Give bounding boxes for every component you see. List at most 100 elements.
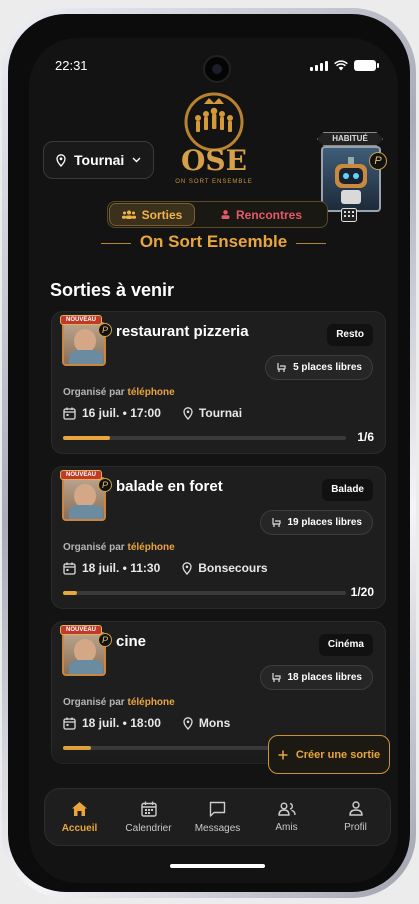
message-icon (209, 801, 226, 817)
ose-logo: OSE ON SORT ENSEMBLE (171, 92, 257, 202)
organizer-line: Organisé par téléphone (63, 387, 175, 398)
event-meta: 18 juil. • 18:00 Mons (63, 716, 230, 730)
app-screen: 22:31 Tournai OSE ON SORT ENSEMBLE HABIT… (29, 38, 398, 883)
places-badge: 19 places libres (259, 510, 373, 535)
phone-bezel: 22:31 Tournai OSE ON SORT ENSEMBLE HABIT… (8, 14, 410, 892)
new-badge: NOUVEAU (60, 625, 103, 635)
participant-count: 1/6 (357, 430, 374, 444)
category-tag: Resto (327, 324, 373, 346)
organizer-prefix: Organisé par (63, 542, 125, 553)
nav-amis[interactable]: Amis (252, 789, 321, 845)
nav-messages[interactable]: Messages (183, 789, 252, 845)
logo-subtitle: ON SORT ENSEMBLE (175, 179, 253, 185)
bottom-navigation: Accueil Calendrier Messages Amis Profil (44, 788, 391, 846)
organizer-line: Organisé par téléphone (63, 697, 175, 708)
location-pin-icon (183, 406, 193, 420)
progress-fill (63, 591, 78, 595)
tab-rencontres-label: Rencontres (235, 207, 303, 222)
badge-label: HABITUÉ (317, 132, 383, 146)
nav-messages-label: Messages (194, 822, 241, 834)
nav-accueil[interactable]: Accueil (45, 789, 114, 845)
event-location: Bonsecours (198, 561, 268, 575)
nav-calendrier-label: Calendrier (125, 822, 172, 834)
seat-icon (277, 363, 286, 372)
city-selector[interactable]: Tournai (43, 141, 155, 179)
category-tag: Balade (322, 479, 373, 501)
premium-icon: P (369, 152, 387, 170)
home-icon (72, 801, 87, 816)
organizer-name[interactable]: téléphone (127, 387, 174, 398)
organizer-line: Organisé par téléphone (63, 542, 175, 553)
group-icon (121, 210, 136, 219)
badge-keypad-icon (341, 208, 357, 222)
event-date: 18 juil. • 18:00 (82, 716, 161, 730)
logo-text: OSE (181, 144, 247, 174)
premium-icon: P (98, 323, 112, 337)
profile-icon (348, 801, 363, 816)
signal-icon (310, 60, 328, 71)
nav-accueil-label: Accueil (61, 822, 98, 834)
participation-progress (63, 436, 346, 440)
event-title: cine (116, 633, 147, 650)
person-icon (221, 210, 230, 219)
event-location: Mons (198, 716, 231, 730)
places-badge: 5 places libres (265, 355, 373, 380)
tab-rencontres[interactable]: Rencontres (196, 202, 327, 227)
section-title: Sorties à venir (50, 280, 175, 300)
event-card[interactable]: NOUVEAU P restaurant pizzeria Resto 5 pl… (51, 311, 386, 454)
front-camera (203, 55, 231, 83)
participant-count: 1/20 (350, 585, 374, 599)
event-meta: 16 juil. • 17:00 Tournai (63, 406, 242, 420)
battery-icon (354, 60, 379, 71)
seat-icon (271, 518, 281, 527)
participation-progress (63, 591, 346, 595)
places-text: 19 places libres (287, 517, 363, 528)
places-badge: 18 places libres (259, 665, 373, 690)
nav-amis-label: Amis (275, 821, 298, 833)
location-pin-icon (183, 716, 193, 730)
calendar-icon (63, 407, 76, 420)
calendar-icon (63, 562, 76, 575)
app-title: On Sort Ensemble (29, 232, 398, 252)
nav-calendrier[interactable]: Calendrier (114, 789, 183, 845)
places-text: 18 places libres (287, 672, 363, 683)
calendar-icon (140, 801, 157, 817)
places-text: 5 places libres (293, 362, 362, 373)
organizer-name[interactable]: téléphone (127, 542, 174, 553)
friends-icon (277, 802, 296, 816)
plus-icon (278, 750, 288, 759)
status-time: 22:31 (55, 58, 88, 73)
event-date: 18 juil. • 11:30 (82, 561, 161, 575)
event-location: Tournai (198, 406, 243, 420)
home-indicator (170, 864, 265, 868)
organizer-prefix: Organisé par (63, 697, 125, 708)
wifi-icon (334, 60, 348, 71)
create-outing-button[interactable]: Créer une sortie (268, 735, 390, 774)
location-pin-icon (182, 561, 192, 575)
status-bar: 22:31 (29, 38, 398, 83)
tab-sorties-label: Sorties (141, 207, 183, 222)
nav-profil[interactable]: Profil (321, 789, 390, 845)
city-name: Tournai (74, 152, 125, 168)
location-pin-icon (56, 153, 66, 167)
event-date: 16 juil. • 17:00 (82, 406, 161, 420)
seat-icon (271, 673, 281, 682)
organizer-name[interactable]: téléphone (127, 697, 174, 708)
chevron-down-icon (132, 157, 141, 163)
new-badge: NOUVEAU (60, 315, 103, 325)
event-card[interactable]: NOUVEAU P balade en foret Balade 19 plac… (51, 466, 386, 609)
event-meta: 18 juil. • 11:30 Bonsecours (63, 561, 268, 575)
status-icons (310, 60, 379, 71)
calendar-icon (63, 717, 76, 730)
organizer-prefix: Organisé par (63, 387, 125, 398)
create-outing-label: Créer une sortie (295, 748, 381, 761)
premium-icon: P (98, 478, 112, 492)
logo-emblem-icon: OSE (181, 92, 247, 177)
category-tag: Cinéma (318, 634, 373, 656)
new-badge: NOUVEAU (60, 470, 103, 480)
nav-profil-label: Profil (344, 822, 367, 833)
premium-icon: P (98, 633, 112, 647)
event-title: balade en foret (116, 478, 223, 495)
tab-sorties[interactable]: Sorties (109, 203, 195, 226)
phone-frame: 22:31 Tournai OSE ON SORT ENSEMBLE HABIT… (2, 8, 416, 898)
